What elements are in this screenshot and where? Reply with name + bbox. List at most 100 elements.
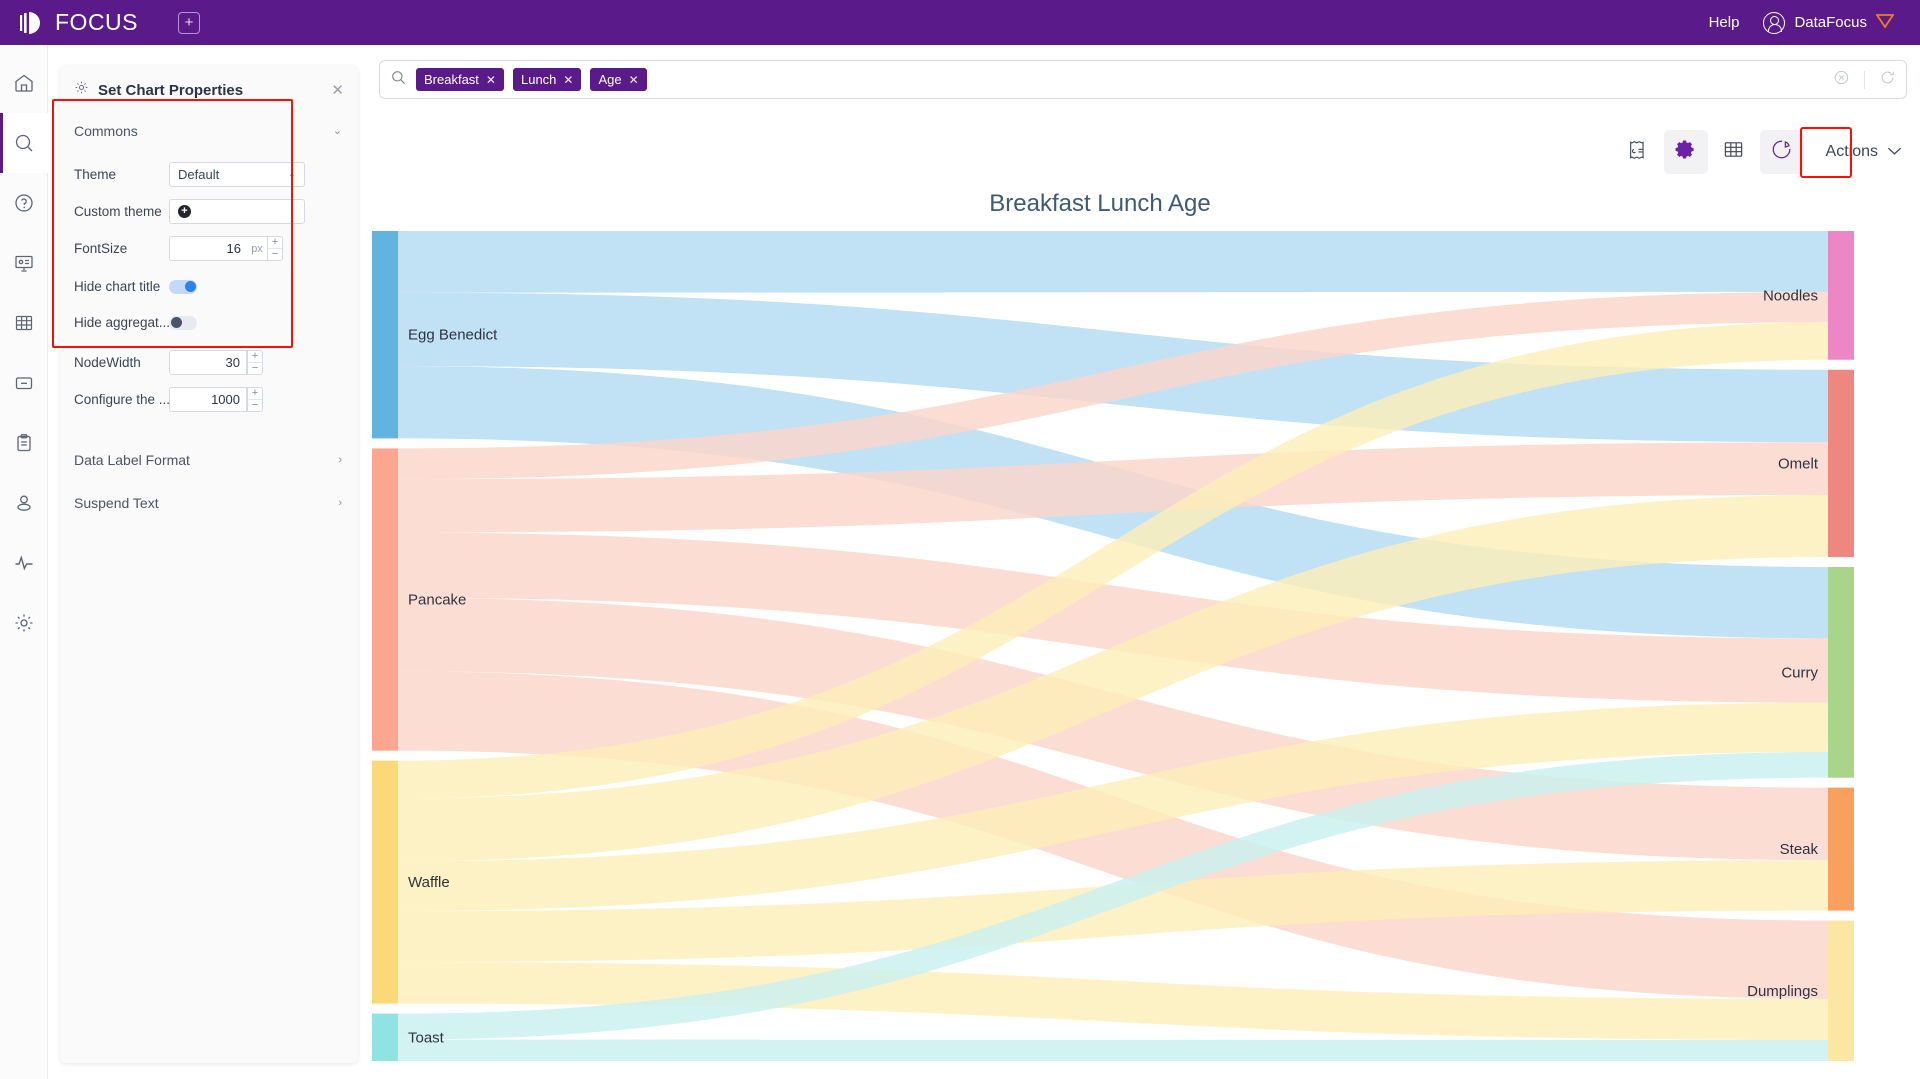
sidebar-item-presentation[interactable] (0, 233, 48, 293)
insights-button[interactable] (1616, 130, 1660, 174)
sankey-node-label: Curry (1781, 664, 1818, 681)
filter-chip[interactable]: Lunch ✕ (512, 68, 582, 91)
sankey-svg[interactable]: Egg Benedict Pancake Waffle Toast Noodles Ome… (370, 185, 1920, 1079)
sankey-node-label: Omelt (1778, 455, 1819, 472)
search-icon (390, 69, 407, 91)
chart-type-button[interactable] (1759, 130, 1804, 174)
custom-theme-field[interactable]: + (169, 199, 305, 224)
decrement-button[interactable]: − (268, 249, 282, 260)
data-label-format-label: Data Label Format (74, 451, 190, 468)
sidebar-item-folder[interactable] (0, 353, 48, 413)
configure-stepper[interactable]: 1000 + − (169, 387, 263, 412)
close-icon[interactable]: ✕ (629, 73, 639, 87)
set-chart-properties-panel: Set Chart Properties ✕ Commons ⌄ Theme D… (60, 66, 358, 1063)
sankey-node-label: Noodles (1763, 287, 1818, 304)
sidebar-item-user[interactable] (0, 473, 48, 533)
diamond-icon (1875, 13, 1895, 32)
chip-label: Age (598, 72, 622, 87)
theme-value: Default (178, 167, 220, 182)
refresh-icon[interactable] (1879, 69, 1896, 91)
hide-aggregate-toggle[interactable] (169, 315, 197, 330)
close-icon[interactable]: ✕ (563, 73, 573, 87)
hide-chart-title-toggle[interactable] (169, 279, 197, 294)
row-hide-chart-title: Hide chart title (60, 271, 358, 302)
chevron-right-icon: › (338, 453, 342, 466)
row-theme: Theme Default ⌄ (60, 159, 358, 190)
configure-spinner[interactable]: + − (247, 387, 263, 412)
sankey-link[interactable] (398, 231, 1828, 293)
close-icon[interactable]: ✕ (486, 73, 496, 87)
sankey-node-label: Dumplings (1747, 983, 1818, 1000)
activity-icon (13, 552, 35, 574)
font-size-input[interactable]: 16 (169, 236, 247, 261)
section-commons[interactable]: Commons ⌄ (60, 114, 358, 147)
search-icon (13, 132, 35, 154)
chart-icon (1770, 138, 1793, 166)
sankey-node[interactable] (1828, 920, 1854, 1061)
filter-chip[interactable]: Age ✕ (590, 68, 647, 91)
sankey-node-label: Egg Benedict (408, 327, 498, 344)
row-configure: Configure the ... 1000 + − (60, 384, 358, 415)
user-icon (13, 492, 35, 514)
filter-chip[interactable]: Breakfast ✕ (416, 68, 504, 91)
configure-label: Configure the ... (74, 392, 169, 407)
sidebar-item-search[interactable] (0, 113, 48, 173)
top-header: FOCUS + Help DataFocus (0, 0, 1920, 45)
divider (1864, 70, 1865, 89)
sidebar-item-table[interactable] (0, 293, 48, 353)
section-data-label-format[interactable]: Data Label Format › (60, 443, 358, 476)
plus-square-icon[interactable]: + (178, 11, 200, 34)
node-width-spinner[interactable]: + − (247, 350, 263, 375)
brand-label: FOCUS (55, 9, 138, 35)
sidebar-item-clipboard[interactable] (0, 413, 48, 473)
table-icon (1722, 138, 1745, 166)
node-width-input[interactable]: 30 (169, 350, 247, 375)
section-suspend-text[interactable]: Suspend Text › (60, 486, 358, 519)
brand[interactable]: FOCUS (18, 9, 138, 37)
sankey-node[interactable] (1828, 231, 1854, 360)
chevron-down-icon (1887, 143, 1902, 161)
sankey-node[interactable] (372, 760, 398, 1004)
help-link[interactable]: Help (1709, 14, 1740, 31)
sankey-node[interactable] (1828, 787, 1854, 911)
chevron-right-icon: › (338, 496, 342, 509)
focus-logo-icon (18, 9, 46, 37)
font-size-spinner[interactable]: + − (267, 236, 283, 261)
font-size-stepper[interactable]: 16 px + − (169, 236, 283, 261)
close-icon[interactable]: ✕ (331, 83, 344, 98)
sankey-node[interactable] (372, 448, 398, 751)
theme-select[interactable]: Default ⌄ (169, 162, 305, 187)
node-width-stepper[interactable]: 30 + − (169, 350, 263, 375)
search-bar[interactable]: Breakfast ✕ Lunch ✕ Age ✕ (379, 60, 1907, 99)
clear-circle-icon[interactable] (1833, 69, 1850, 91)
configure-input[interactable]: 1000 (169, 387, 247, 412)
sankey-node[interactable] (372, 1013, 398, 1061)
sidebar-item-settings[interactable] (0, 593, 48, 653)
sankey-node[interactable] (1828, 567, 1854, 778)
row-font-size: FontSize 16 px + − (60, 233, 358, 264)
panel-title: Set Chart Properties (98, 81, 244, 99)
sidebar-item-home[interactable] (0, 53, 48, 113)
home-icon (13, 72, 35, 94)
sankey-link[interactable] (398, 1039, 1828, 1061)
user-menu[interactable]: DataFocus (1763, 11, 1895, 34)
actions-button[interactable]: Actions (1826, 143, 1902, 161)
chart-toolbar: Actions (1616, 127, 1906, 178)
toggle-knob (184, 281, 196, 292)
sankey-node-label: Steak (1780, 841, 1819, 858)
section-commons-label: Commons (74, 122, 138, 139)
gear-icon (1674, 138, 1697, 166)
table-view-button[interactable] (1712, 130, 1756, 174)
sidebar-item-help[interactable] (0, 173, 48, 233)
sidebar-item-activity[interactable] (0, 533, 48, 593)
folder-icon (13, 372, 35, 394)
decrement-button[interactable]: − (248, 363, 262, 374)
sankey-node[interactable] (1828, 369, 1854, 557)
chart-settings-button[interactable] (1663, 130, 1708, 174)
theme-label: Theme (74, 167, 117, 182)
row-node-width: NodeWidth 30 + − (60, 347, 358, 378)
chip-label: Breakfast (424, 72, 479, 87)
decrement-button[interactable]: − (248, 400, 262, 411)
plus-circle-icon[interactable]: + (178, 205, 191, 218)
sankey-node[interactable] (372, 231, 398, 439)
